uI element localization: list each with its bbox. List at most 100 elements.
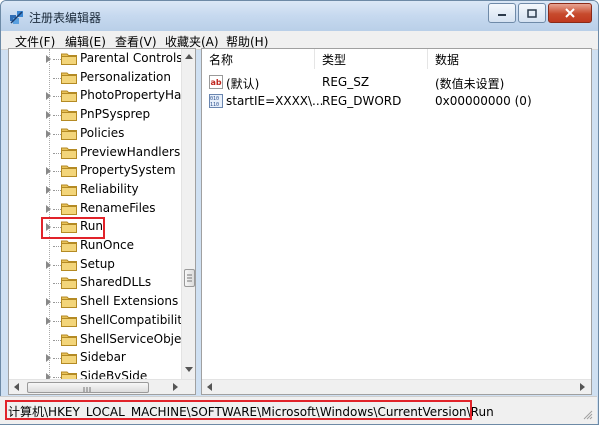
scroll-left-icon[interactable] [207,383,212,391]
minimize-icon [498,14,506,16]
tree-connector [53,376,61,378]
tree-item[interactable]: SharedDLLs [9,274,181,292]
tree-connector [53,283,61,285]
expand-arrow-icon[interactable] [46,316,51,325]
tree-item-label: Policies [80,125,125,140]
expand-arrow-icon[interactable] [46,167,51,176]
folder-icon [61,128,77,140]
column-separator[interactable] [427,49,428,69]
tree-connector [53,152,61,154]
tree-item[interactable]: RenameFiles [9,200,181,218]
folder-icon [61,90,77,103]
tree-item-label: Setup [80,256,115,271]
tree-connector [53,208,61,210]
tree-item-label: PhotoPropertyHan [80,88,181,103]
expand-arrow-icon[interactable] [46,129,51,138]
tree-item-label: RenameFiles [80,200,156,215]
tree-item[interactable]: PropertySystem [9,162,181,180]
tree-item-label: PnPSysprep [80,107,151,122]
value-row[interactable]: 010 110 startIE=XXXX\... REG_DWORD 0x000… [202,93,591,111]
list-horizontal-scrollbar[interactable] [202,379,591,394]
tree-item-label: ShellCompatibility [80,312,181,327]
scroll-right-icon[interactable] [580,383,585,391]
tree-connector [53,246,61,247]
folder-icon [61,53,77,65]
column-separator[interactable] [314,49,315,69]
registry-editor-icon [10,11,23,24]
tree-item[interactable]: Setup [9,256,181,274]
expand-arrow-icon[interactable] [46,298,51,307]
column-header-data[interactable]: 数据 [435,51,459,68]
close-icon [565,8,575,18]
scroll-down-icon[interactable] [185,367,193,372]
tree-item[interactable]: Sidebar [9,349,181,367]
tree-connector [53,358,61,360]
folder-icon [61,240,77,252]
expand-arrow-icon[interactable] [46,354,51,363]
tree-item[interactable]: Policies [9,125,181,143]
tree-item[interactable]: Parental Controls [9,50,181,68]
folder-icon [61,109,77,122]
tree-item-label: Shell Extensions [80,294,179,309]
tree-item-label: PreviewHandlers [80,144,181,159]
tree-item[interactable]: ShellServiceObjectI [9,331,181,349]
expand-arrow-icon[interactable] [46,92,51,101]
tree-horizontal-scrollbar[interactable] [9,379,195,394]
value-type: REG_DWORD [322,94,402,108]
tree-item[interactable]: SideBySide [9,368,181,379]
svg-text:ab: ab [211,78,222,87]
tree-connector [53,115,61,117]
scroll-up-icon[interactable] [185,54,193,59]
expand-arrow-icon[interactable] [46,260,51,269]
tree-item[interactable]: Reliability [9,181,181,199]
close-button[interactable] [548,3,592,23]
window-title: 注册表编辑器 [29,11,102,25]
tree-connector [53,133,61,135]
folder-icon [61,72,77,84]
caption-buttons [486,3,592,23]
expand-arrow-icon[interactable] [46,204,51,213]
tree-item[interactable]: PhotoPropertyHan [9,87,181,105]
tree-scroll-thumb[interactable] [184,269,195,287]
tree-hscroll-thumb[interactable] [27,382,149,393]
grip-icon [83,387,91,392]
grip-icon [187,274,192,282]
tree-item[interactable]: PnPSysprep [9,106,181,124]
tree-item[interactable]: ShellCompatibility [9,312,181,330]
column-header-type[interactable]: 类型 [322,51,346,68]
maximize-button[interactable] [518,3,546,23]
minimize-button[interactable] [488,3,516,23]
folder-icon [61,259,77,271]
value-type: REG_SZ [322,75,370,89]
folder-icon [61,277,77,290]
tree-item[interactable]: RunOnce [9,237,181,255]
column-header-name[interactable]: 名称 [209,51,233,68]
tree-connector [53,189,61,191]
tree-item-label: Parental Controls [80,51,181,65]
tree-connector [53,77,61,79]
value-row[interactable]: ab (默认) REG_SZ (数值未设置) [202,74,591,92]
tree-item-label: PropertySystem [80,163,176,178]
expand-arrow-icon[interactable] [46,111,51,120]
folder-icon [61,334,77,346]
value-data: (数值未设置) [435,77,505,91]
tree-connector [53,96,61,98]
tree-connector [53,171,61,173]
path-highlight-box [5,400,472,420]
scroll-right-icon[interactable] [173,383,178,391]
folder-icon [61,147,77,159]
tree-item[interactable]: PreviewHandlers [9,144,181,162]
tree-item-label: Personalization [80,69,171,84]
resize-grip-icon[interactable] [583,410,593,420]
scroll-left-icon[interactable] [14,383,19,391]
maximize-icon [527,8,537,18]
expand-arrow-icon[interactable] [46,55,51,63]
tree-item[interactable]: Personalization [9,69,181,87]
title-bar[interactable]: 注册表编辑器 [1,1,598,31]
expand-arrow-icon[interactable] [46,185,51,194]
key-tree: Parental Controls Personalization PhotoPro… [9,49,181,379]
tree-vertical-scrollbar[interactable] [181,49,195,379]
dword-value-icon: 010 110 [209,94,223,108]
tree-item[interactable]: Shell Extensions [9,293,181,311]
values-list-pane[interactable]: 名称 类型 数据 ab (默认) REG_SZ (数值未设置) 010 110 … [201,48,592,395]
